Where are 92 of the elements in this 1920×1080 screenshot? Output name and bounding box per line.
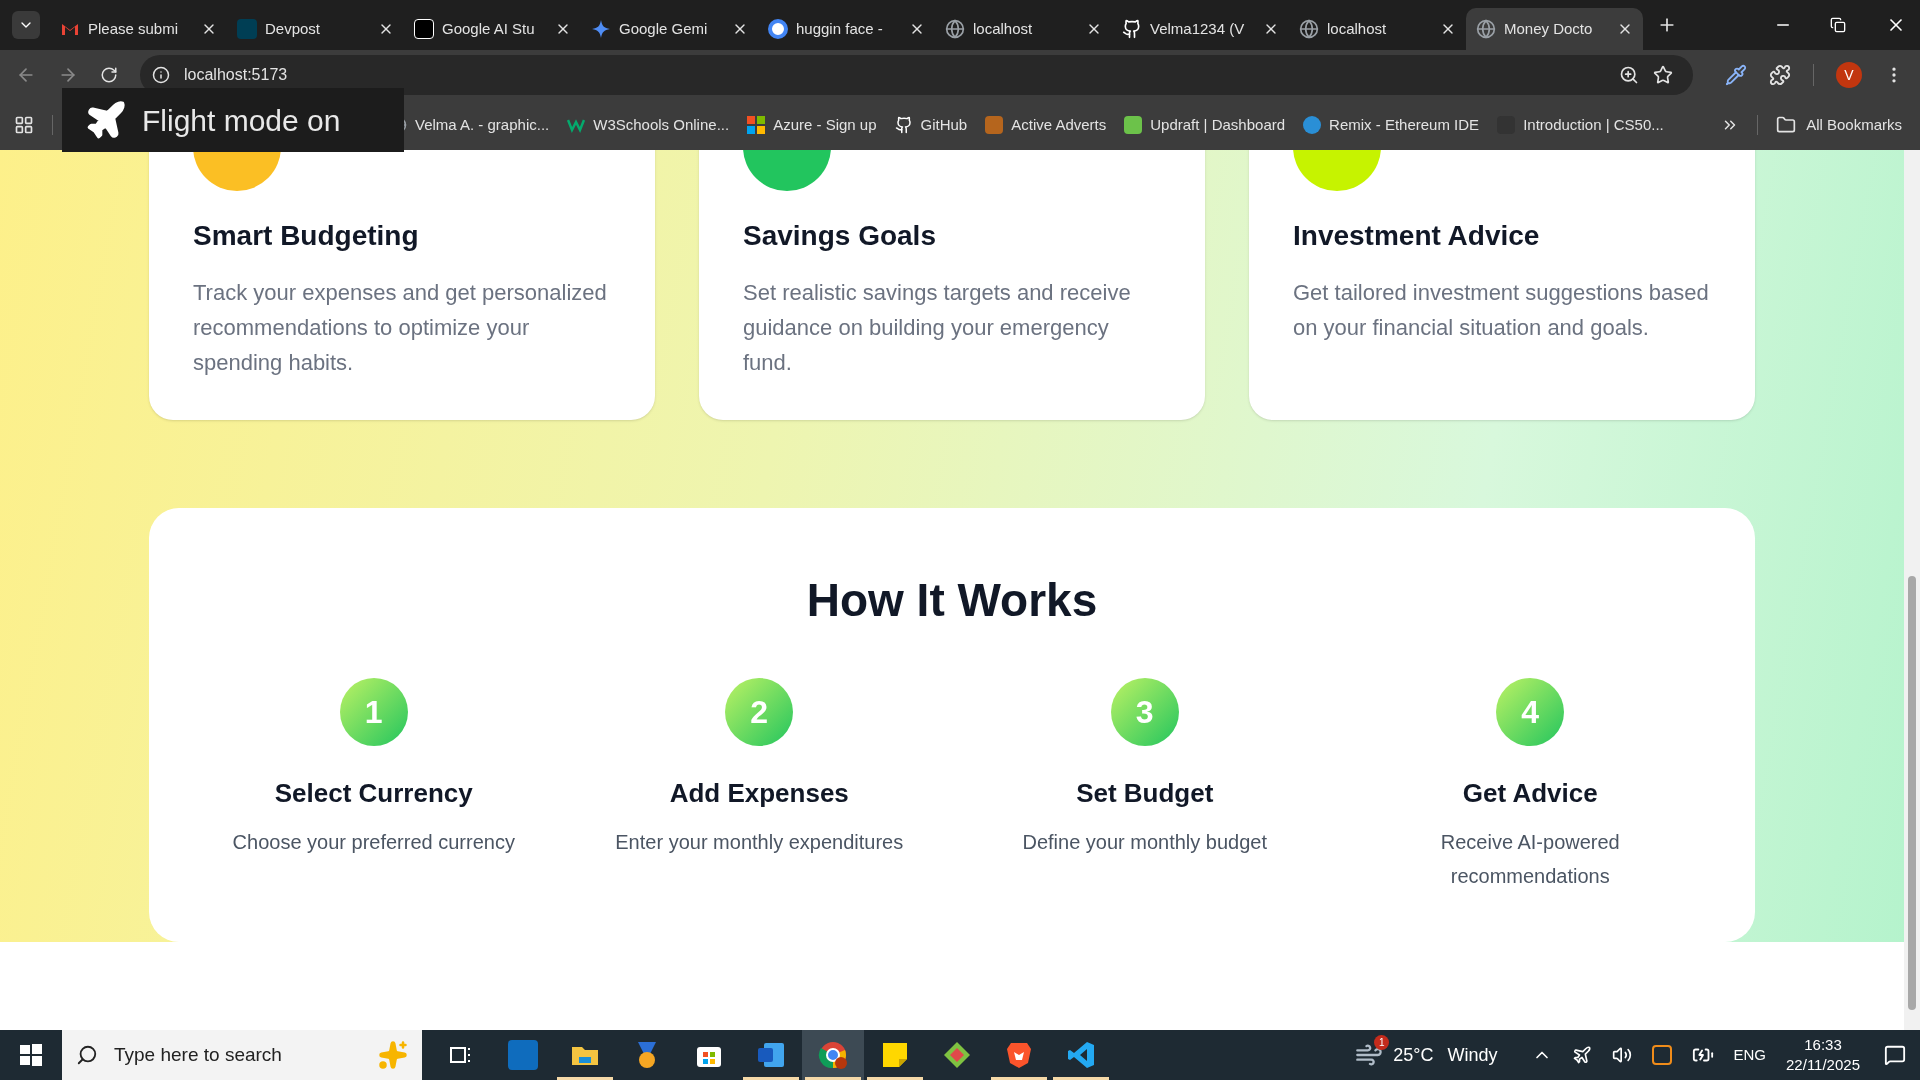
taskbar-app[interactable] <box>802 1030 864 1080</box>
circle-logo-icon <box>768 19 788 39</box>
tab-title: Money Docto <box>1504 18 1593 39</box>
feature-title: Savings Goals <box>743 219 937 253</box>
step-number: 1 <box>339 678 408 746</box>
folder-icon <box>1776 115 1797 135</box>
bookmark-item[interactable]: W3Schools Online... <box>567 113 730 137</box>
tab-title: Devpost <box>265 18 321 39</box>
airplane-icon[interactable] <box>1571 1045 1592 1065</box>
lion-shield-icon <box>1004 1040 1034 1070</box>
document-app-icon <box>756 1040 786 1070</box>
search-icon <box>76 1044 98 1066</box>
windows-start-icon[interactable] <box>20 1044 42 1066</box>
step-title: Get Advice <box>1462 777 1598 810</box>
tab-title: huggin face - <box>796 18 883 39</box>
tab-title: Google Gemi <box>619 18 708 39</box>
reload-icon[interactable] <box>100 66 118 84</box>
sparkle-icon <box>591 19 611 39</box>
feature-description: Track your expenses and get personalized recommendations to optimize your spending habits. <box>193 279 608 377</box>
tab-title: localhost <box>1327 18 1387 39</box>
step-number: 3 <box>1110 678 1179 746</box>
restore-icon[interactable] <box>1830 17 1846 33</box>
bookmark-item[interactable]: Azure - Sign up <box>747 113 877 137</box>
tab-title: Velma1234 (V <box>1150 18 1245 39</box>
browser-tab[interactable]: localhost <box>935 8 1112 50</box>
eyedropper-icon[interactable] <box>1725 64 1747 86</box>
sparkle-icon <box>378 1040 408 1070</box>
step-description: Choose your preferred currency <box>231 830 516 855</box>
round-logo-icon <box>1303 116 1322 134</box>
step-number: 2 <box>725 678 794 746</box>
weather-widget[interactable]: 1 25°C Windy <box>1355 1032 1502 1078</box>
url-text: localhost:5173 <box>184 65 289 85</box>
scrollbar[interactable] <box>1904 150 1920 1030</box>
browser-tab[interactable]: huggin face - <box>758 8 935 50</box>
notifications-icon[interactable] <box>1884 1044 1906 1066</box>
language-indicator[interactable]: ENG <box>1733 1043 1767 1067</box>
tab-title: Google AI Stu <box>442 18 535 39</box>
tab-title: localhost <box>973 18 1033 39</box>
notification-badge: 1 <box>1374 1035 1390 1050</box>
step-number: 4 <box>1496 678 1565 746</box>
address-bar[interactable]: localhost:5173 <box>140 55 1693 95</box>
apps-grid-icon[interactable] <box>14 115 34 135</box>
browser-tab[interactable]: Money Docto <box>1466 8 1643 50</box>
extensions-icon[interactable] <box>1769 64 1791 86</box>
all-bookmarks-button[interactable]: All Bookmarks <box>1776 113 1902 137</box>
section-heading: How It Works <box>806 573 1098 628</box>
site-info-icon[interactable] <box>152 66 170 84</box>
time-text: 16:33 <box>1804 1035 1842 1055</box>
step-title: Set Budget <box>1076 777 1214 810</box>
browser-tab[interactable]: Devpost <box>227 8 404 50</box>
toast-text: Flight mode on <box>142 102 341 139</box>
browser-tab[interactable]: Google Gemi <box>581 8 758 50</box>
code-editor-icon <box>1066 1040 1096 1070</box>
cat-icon <box>894 116 913 134</box>
mail-app-icon <box>508 1040 538 1070</box>
clock[interactable]: 16:33 22/11/2025 <box>1786 1035 1860 1075</box>
speaker-icon[interactable] <box>1611 1045 1632 1065</box>
browser-tab[interactable]: localhost <box>1289 8 1466 50</box>
square-frame-icon[interactable] <box>1651 1045 1672 1065</box>
bookmark-item[interactable]: Remix - Ethereum IDE <box>1303 113 1480 137</box>
date-text: 22/11/2025 <box>1786 1055 1860 1075</box>
taskbar-search-field[interactable]: Type here to search <box>62 1030 422 1080</box>
bookmark-item[interactable]: Introduction | CS50... <box>1497 113 1664 137</box>
zoom-icon[interactable] <box>1619 65 1639 85</box>
tab-search-button[interactable] <box>12 11 40 39</box>
step-description: Define your monthly budget <box>1021 830 1269 855</box>
feature-title: Investment Advice <box>1293 219 1541 253</box>
browser-tab[interactable]: Please submi <box>50 8 227 50</box>
feature-description: Set realistic savings targets and receive guidance on building your emergency fund. <box>743 279 1132 377</box>
browser-tab[interactable]: Google AI Stu <box>404 8 581 50</box>
note-icon <box>880 1040 910 1070</box>
step-title: Add Expenses <box>669 777 849 810</box>
four-squares-icon <box>747 116 766 134</box>
weather-text: Windy <box>1447 1043 1498 1067</box>
tab-title: Please submi <box>88 18 179 39</box>
browser-icon <box>818 1040 848 1070</box>
leaf-logo-icon <box>1124 116 1143 134</box>
feature-description: Get tailored investment suggestions based on your financial situation and goals. <box>1293 279 1710 342</box>
diamond-app-icon <box>942 1040 972 1070</box>
bookmark-item[interactable]: GitHub <box>894 113 968 137</box>
step-title: Select Currency <box>274 777 473 810</box>
profile-avatar[interactable]: V <box>1836 62 1862 88</box>
step-description: Enter your monthly expenditures <box>614 830 905 855</box>
bookmark-item[interactable]: Updraft | Dashboard <box>1124 113 1286 137</box>
bookmark-item[interactable]: Active Adverts <box>985 113 1107 137</box>
bookmark-star-icon[interactable] <box>1653 65 1673 85</box>
step-description: Receive AI-powered recommendations <box>1439 830 1621 889</box>
emblem-icon <box>985 116 1004 134</box>
browser-tab[interactable]: Velma1234 (V <box>1112 8 1289 50</box>
feature-title: Smart Budgeting <box>193 219 420 253</box>
temperature-text: 25°C <box>1393 1043 1434 1067</box>
cat-icon <box>1122 19 1142 39</box>
